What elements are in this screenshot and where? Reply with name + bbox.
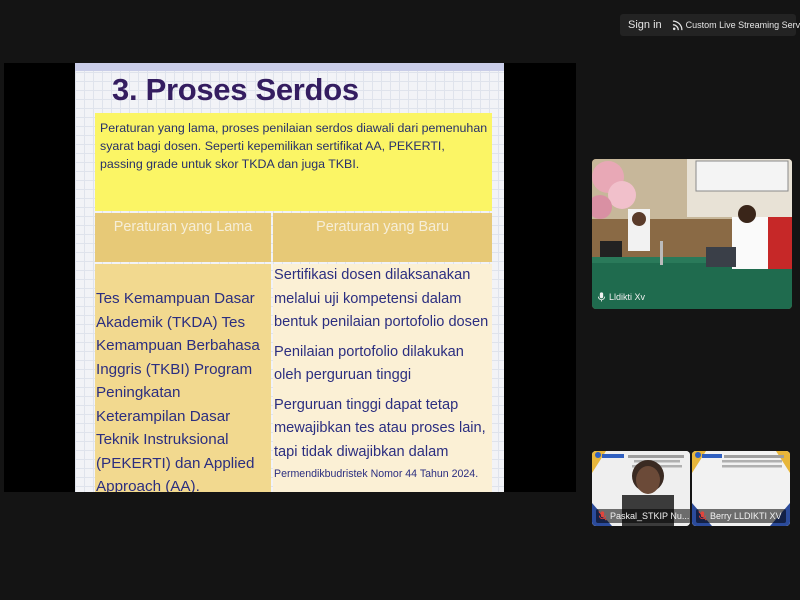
old-rule-cell: Tes Kemampuan Dasar Akademik (TKDA) Tes … [95, 264, 271, 492]
table-header-new: Peraturan yang Baru [273, 213, 492, 262]
table-header-old: Peraturan yang Lama [95, 213, 271, 262]
shared-screen: 3. Proses Serdos Peraturan yang lama, pr… [4, 63, 576, 492]
regulation-footnote: Permendikbudristek Nomor 44 Tahun 2024. [274, 468, 479, 480]
video-frame-room [592, 159, 792, 309]
live-stream-button[interactable]: Custom Live Streaming Service ▼ [670, 19, 800, 31]
microphone-icon [597, 292, 606, 302]
presentation-slide: 3. Proses Serdos Peraturan yang lama, pr… [75, 63, 504, 492]
new-rule-cell: Sertifikasi dosen dilaksanakan melalui u… [273, 264, 492, 492]
participant-video-paskal[interactable]: Paskal_STKIP Nu... [592, 451, 690, 526]
new-rule-item: Perguruan tinggi dapat tetap mewajibkan … [274, 396, 486, 460]
participant-name: Lldikti Xv [609, 292, 646, 302]
slide-title: 3. Proses Serdos [112, 72, 359, 107]
meeting-window: Sign in Custom Live Streaming Service ▼ … [0, 0, 800, 600]
microphone-muted-icon [598, 511, 607, 521]
new-rule-item: Penilaian portofolio dilakukan oleh perg… [274, 343, 464, 384]
participant-name: Paskal_STKIP Nu... [610, 511, 690, 521]
participant-video-berry[interactable]: Berry LLDIKTI XV [692, 451, 790, 526]
participant-name-tag: Lldikti Xv [595, 290, 649, 304]
live-stream-icon [672, 19, 683, 30]
participant-name: Berry LLDIKTI XV [710, 511, 782, 521]
sign-in-button[interactable]: Sign in [620, 14, 670, 36]
slide-intro-box: Peraturan yang lama, proses penilaian se… [95, 113, 492, 211]
participant-video-main[interactable]: Lldikti Xv [592, 159, 792, 309]
participant-name-tag: Paskal_STKIP Nu... [596, 509, 690, 523]
new-rule-item: Sertifikasi dosen dilaksanakan melalui u… [274, 267, 489, 330]
top-controls: Sign in Custom Live Streaming Service ▼ [620, 14, 800, 36]
slide-top-bar [75, 63, 504, 71]
microphone-muted-icon [698, 511, 707, 521]
participant-name-tag: Berry LLDIKTI XV [696, 509, 786, 523]
live-stream-label: Custom Live Streaming Service [685, 20, 800, 30]
